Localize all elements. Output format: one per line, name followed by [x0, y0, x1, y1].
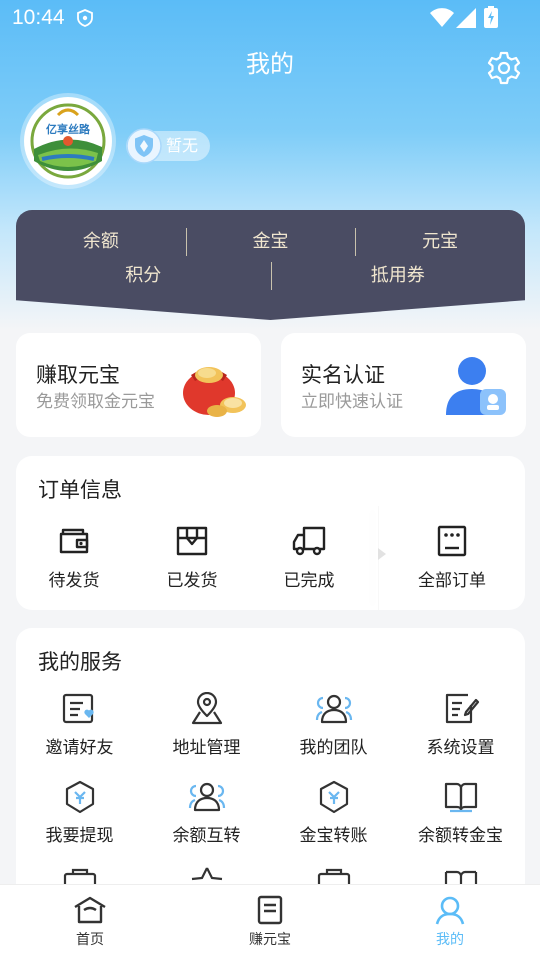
team-label: 我的团队: [299, 738, 368, 758]
real-name-verify-card[interactable]: 实名认证 立即快速认证: [281, 333, 526, 437]
order-all-label: 全部订单: [418, 571, 486, 591]
logo-text: 亿享丝路: [46, 122, 91, 136]
verify-subtitle: 立即快速认证: [301, 392, 403, 412]
doc-icon: [257, 895, 283, 925]
withdraw-label: 我要提现: [45, 826, 114, 846]
edit-settings-icon: [445, 693, 479, 724]
tab-earn-yuanbao-label: 赚元宝: [249, 932, 291, 948]
address-label: 地址管理: [172, 738, 241, 758]
cell-signal-icon: [456, 8, 476, 28]
bottom-tab-bar: 首页 赚元宝 我的: [0, 884, 540, 960]
balance-to-gold-label: 余额转金宝: [418, 826, 503, 846]
wallet-icon: [59, 528, 89, 554]
settings-gear-icon[interactable]: [486, 50, 522, 86]
tab-earn-yuanbao[interactable]: 赚元宝: [180, 885, 360, 960]
service-row3-icon-2: [191, 867, 223, 881]
order-pending-label: 待发货: [48, 571, 100, 591]
wallet-panel: 余额 金宝 元宝 积分 抵用券: [16, 210, 525, 320]
withdraw-icon: [65, 780, 94, 814]
level-badge-text: 暂无: [166, 136, 199, 155]
service-system-settings[interactable]: 系统设置: [397, 692, 524, 758]
service-withdraw[interactable]: 我要提现: [16, 780, 143, 846]
status-bar: 10:44: [0, 0, 540, 36]
services-title: 我的服务: [38, 650, 122, 674]
gold-transfer-label: 金宝转账: [299, 826, 368, 846]
home-icon: [74, 896, 106, 924]
tab-home[interactable]: 首页: [0, 885, 180, 960]
services-card: 我的服务 邀请好友 地址管理 我的团队 系统设置 我要提现 余额互转 金宝转账 …: [16, 628, 525, 928]
balance-transfer-label: 余额互转: [172, 826, 241, 846]
logo-image: 亿享丝路: [28, 101, 108, 181]
system-settings-label: 系统设置: [426, 738, 495, 758]
service-balance-transfer[interactable]: 余额互转: [143, 780, 270, 846]
level-badge[interactable]: 暂无: [126, 128, 211, 164]
orders-title: 订单信息: [38, 478, 122, 502]
orders-card: 订单信息 待发货 已发货 已完成 全部订单: [16, 456, 525, 610]
wifi-icon: [430, 8, 454, 27]
service-team[interactable]: 我的团队: [270, 692, 397, 758]
order-pending-shipment[interactable]: 待发货: [19, 524, 129, 591]
tab-home-label: 首页: [76, 932, 104, 948]
transfer-icon: [188, 782, 225, 812]
invite-icon: [62, 693, 94, 724]
order-shipped[interactable]: 已发货: [137, 524, 247, 591]
team-icon: [315, 694, 352, 724]
wallet-points[interactable]: 积分: [16, 262, 271, 290]
money-bag-icon: [183, 367, 246, 417]
service-gold-transfer[interactable]: 金宝转账: [270, 780, 397, 846]
wallet-yuanbao[interactable]: 元宝: [355, 228, 525, 256]
earn-yuanbao-card[interactable]: 赚取元宝 免费领取金元宝: [16, 333, 261, 437]
shield-badge-icon: [126, 128, 162, 164]
tab-mine-label: 我的: [436, 932, 464, 948]
earn-yuanbao-subtitle: 免费领取金元宝: [36, 392, 155, 412]
earn-yuanbao-title: 赚取元宝: [36, 363, 120, 387]
wallet-coupons[interactable]: 抵用券: [270, 262, 526, 290]
service-address[interactable]: 地址管理: [143, 692, 270, 758]
order-all[interactable]: 全部订单: [397, 524, 507, 591]
chevron-right-icon: [378, 548, 386, 560]
tab-mine[interactable]: 我的: [360, 885, 540, 960]
vpn-shield-icon: [77, 9, 93, 27]
wallet-balance[interactable]: 余额: [16, 228, 186, 256]
user-icon: [435, 896, 465, 925]
truck-icon: [292, 526, 326, 556]
location-icon: [191, 692, 222, 725]
order-completed[interactable]: 已完成: [254, 524, 364, 591]
order-list-icon: [437, 525, 467, 557]
user-verify-icon: [446, 357, 506, 415]
invite-friends-label: 邀请好友: [45, 738, 114, 758]
box-icon: [176, 526, 208, 556]
service-balance-to-gold[interactable]: 余额转金宝: [397, 780, 524, 846]
battery-icon: [484, 6, 498, 28]
gold-transfer-icon: [319, 780, 348, 814]
wallet-gold[interactable]: 金宝: [185, 228, 356, 256]
page-title: 我的: [246, 50, 294, 78]
book-icon: [444, 782, 477, 813]
order-shipped-label: 已发货: [166, 571, 218, 591]
service-invite-friends[interactable]: 邀请好友: [16, 692, 143, 758]
avatar[interactable]: 亿享丝路: [24, 97, 112, 185]
verify-title: 实名认证: [301, 363, 385, 387]
order-completed-label: 已完成: [283, 571, 335, 591]
status-time: 10:44: [12, 6, 65, 29]
